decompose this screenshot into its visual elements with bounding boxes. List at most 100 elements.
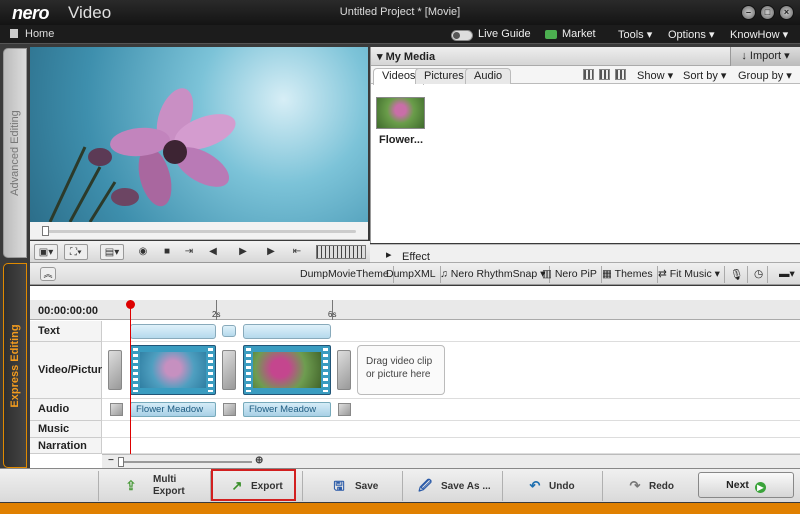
- group-by-dropdown[interactable]: Group by ▾: [738, 69, 792, 82]
- import-button[interactable]: ↓ Import ▾: [730, 47, 800, 66]
- drop-zone[interactable]: Drag video clip or picture here: [357, 345, 445, 395]
- fullscreen-icon[interactable]: ⛶▾: [64, 244, 88, 260]
- market-menu[interactable]: Market: [562, 28, 596, 40]
- bottom-bar: ⇪ Multi Export ↗ Export 🖫 Save 🖉 Save As…: [0, 468, 800, 502]
- close-icon[interactable]: ×: [779, 5, 794, 20]
- show-dropdown[interactable]: Show ▾: [637, 69, 673, 82]
- playback-controls: ▣▾ ⛶▾ ▤▾ ◉ ■ ⇥ ◀ ▶ ▶ ⇤: [30, 241, 370, 263]
- grid-view-icon[interactable]: [599, 69, 610, 80]
- next-frame-icon[interactable]: ▶: [262, 244, 280, 260]
- playhead[interactable]: [126, 300, 135, 466]
- express-editing-tab[interactable]: Express Editing: [3, 263, 27, 468]
- knowhow-menu[interactable]: KnowHow ▾: [730, 28, 788, 41]
- track-header-text: Text: [30, 321, 102, 342]
- home-icon: [10, 29, 18, 38]
- next-arrow-icon: ▶: [754, 482, 766, 493]
- title-bar: nero Video Untitled Project * [Movie] – …: [0, 0, 800, 25]
- text-clip[interactable]: [243, 324, 331, 339]
- dump-xml-button[interactable]: DumpXML: [382, 266, 441, 283]
- collapse-icon[interactable]: ︽: [40, 267, 56, 281]
- video-clip[interactable]: [130, 345, 216, 395]
- zoom-in-icon[interactable]: ⊕: [255, 455, 263, 466]
- transition-slot[interactable]: [108, 350, 122, 390]
- tick-label: 6s: [328, 310, 337, 319]
- save-as-icon: 🖉: [418, 478, 432, 493]
- timecode-display: 00:00:00:00: [38, 305, 98, 317]
- audio-track[interactable]: Flower Meadow Flower Meadow: [102, 399, 800, 421]
- dump-movie-theme-button[interactable]: DumpMovieTheme: [296, 266, 394, 283]
- mark-in-icon[interactable]: ⇥: [180, 244, 198, 260]
- advanced-editing-tab[interactable]: Advanced Editing: [3, 48, 27, 258]
- export-highlight: [211, 469, 296, 501]
- tab-audio[interactable]: Audio: [465, 68, 512, 84]
- sort-by-dropdown[interactable]: Sort by ▾: [683, 69, 726, 82]
- express-toolbar: ︽ DumpMovieTheme DumpXML ♫ Nero RhythmSn…: [30, 263, 800, 285]
- effect-palette[interactable]: ▸ Effect Palette:: [370, 244, 800, 275]
- tick-label: 2s: [212, 310, 221, 319]
- timer-icon[interactable]: ◷: [750, 266, 769, 283]
- snapshot-icon[interactable]: ◉: [134, 244, 152, 260]
- home-button[interactable]: Home: [10, 28, 54, 40]
- play-icon[interactable]: ▶: [234, 244, 252, 260]
- my-media-panel: ▾ My Media ↓ Import ▾ Videos Pictures Au…: [370, 47, 800, 243]
- media-thumbnail[interactable]: [376, 97, 425, 129]
- track-header-music: Music: [30, 421, 102, 438]
- display-mode-icon[interactable]: ▣▾: [34, 244, 58, 260]
- previous-frame-icon[interactable]: ◀: [204, 244, 222, 260]
- media-item-caption: Flower...: [378, 134, 423, 146]
- aspect-ratio-icon[interactable]: ▤▾: [100, 244, 124, 260]
- live-guide-label[interactable]: Live Guide: [478, 28, 531, 40]
- undo-button[interactable]: ↶ Undo: [502, 471, 600, 501]
- more-options-icon[interactable]: ▬▾: [775, 266, 799, 283]
- audio-transition[interactable]: [223, 403, 236, 416]
- undo-icon: ↶: [529, 478, 541, 493]
- scrubber-handle[interactable]: [42, 226, 49, 236]
- time-ruler[interactable]: 00:00:00:00 2s 6s: [30, 300, 800, 320]
- zoom-out-icon[interactable]: −: [108, 455, 114, 466]
- stop-icon[interactable]: ■: [158, 244, 176, 260]
- pip-button[interactable]: ▥ Nero PiP: [538, 266, 602, 283]
- zoom-bar: − ⊕: [102, 454, 800, 468]
- track-header-narration: Narration: [30, 438, 102, 454]
- video-track[interactable]: Drag video clip or picture here: [102, 342, 800, 399]
- multi-export-button[interactable]: ⇪ Multi Export: [98, 471, 208, 501]
- tools-menu[interactable]: Tools ▾: [618, 28, 652, 41]
- mark-out-icon[interactable]: ⇤: [288, 244, 306, 260]
- live-guide-toggle[interactable]: [451, 30, 473, 41]
- fit-music-button[interactable]: ⇄ Fit Music ▾: [654, 266, 725, 283]
- preview-scrubber[interactable]: [30, 222, 368, 240]
- text-clip[interactable]: [130, 324, 216, 339]
- themes-button[interactable]: ▦ Themes: [598, 266, 658, 283]
- zoom-slider[interactable]: [118, 457, 124, 467]
- minimize-icon[interactable]: –: [741, 5, 756, 20]
- audio-transition[interactable]: [338, 403, 351, 416]
- next-button[interactable]: Next ▶: [698, 472, 794, 498]
- save-button[interactable]: 🖫 Save: [302, 471, 400, 501]
- audio-transition[interactable]: [110, 403, 123, 416]
- audio-clip[interactable]: Flower Meadow: [243, 402, 331, 417]
- flower-preview-image: [48, 88, 236, 222]
- rhythmsnap-button[interactable]: ♫ Nero RhythmSnap ▾: [436, 266, 551, 283]
- redo-icon: ↷: [629, 478, 641, 493]
- video-clip[interactable]: [243, 345, 331, 395]
- redo-button[interactable]: ↷ Redo: [602, 471, 696, 501]
- save-as-button[interactable]: 🖉 Save As ...: [402, 471, 500, 501]
- jog-wheel[interactable]: [316, 245, 366, 259]
- music-track[interactable]: [102, 421, 800, 438]
- window-title: Untitled Project * [Movie]: [339, 6, 461, 18]
- transition-slot[interactable]: [222, 350, 236, 390]
- text-transition[interactable]: [222, 325, 236, 337]
- transition-slot[interactable]: [337, 350, 351, 390]
- list-view-icon[interactable]: [583, 69, 594, 80]
- video-preview: [30, 47, 368, 222]
- text-track[interactable]: [102, 321, 800, 342]
- audio-clip[interactable]: Flower Meadow: [130, 402, 216, 417]
- details-view-icon[interactable]: [615, 69, 626, 80]
- footer-strip: [0, 503, 800, 514]
- options-menu[interactable]: Options ▾: [668, 28, 715, 41]
- narration-track[interactable]: [102, 438, 800, 454]
- restore-icon[interactable]: □: [760, 5, 775, 20]
- microphone-icon[interactable]: 🎙: [726, 266, 749, 283]
- track-header-video: Video/Picture: [30, 342, 108, 399]
- timeline: 00:00:00:00 2s 6s Text Video/Picture Aud…: [30, 286, 800, 468]
